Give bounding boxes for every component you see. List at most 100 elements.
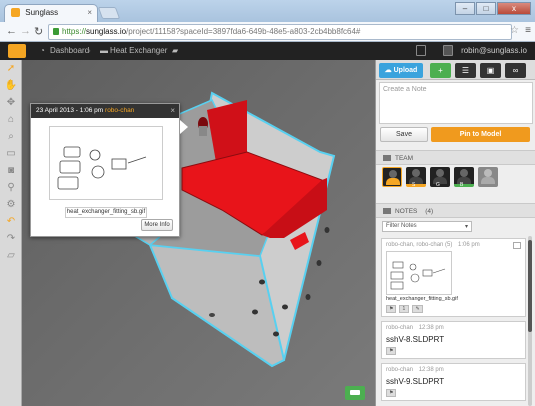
add-user-button[interactable]: + (430, 63, 451, 78)
note-title[interactable]: sshV-8.SLDPRT (386, 335, 521, 344)
breadcrumb-separator: › (88, 46, 91, 55)
note-popup: 23 April 2013 - 1:06 pm robo-chan × heat… (30, 103, 180, 237)
upload-label: Upload (393, 67, 418, 74)
create-note-input[interactable]: Create a Note (379, 82, 533, 124)
popup-pointer (180, 120, 188, 134)
list-item[interactable]: robo-chan 12:38 pm sshV-9.SLDPRT ⚑ (381, 363, 526, 401)
panel-toolbar: ☁ Upload + ☰ ▣ ∞ (376, 60, 535, 80)
minimize-button[interactable]: – (455, 2, 475, 15)
note-actions: ⚑ (386, 347, 521, 355)
url-scheme: https:// (62, 27, 87, 36)
close-window-button[interactable]: x (497, 2, 531, 15)
note-user[interactable]: robo-chan (386, 325, 413, 331)
image-icon[interactable]: ▣ (480, 63, 501, 78)
bookmark-star-icon[interactable]: ☆ (510, 25, 519, 36)
new-tab-button[interactable] (97, 7, 121, 19)
user-email[interactable]: robin@sunglass.io (461, 46, 527, 55)
team-member-avatar[interactable]: B (454, 167, 474, 188)
note-image-thumbnail[interactable] (386, 251, 452, 295)
comment-count[interactable]: 1 (399, 305, 410, 313)
link-icon[interactable]: ∞ (505, 63, 526, 78)
popup-filename[interactable]: heat_exchanger_fitting_sb.gif (65, 207, 147, 218)
left-toolbar: ➚ ✋ ✥ ⌂ ⌕ ▭ ◙ ⚲ ⚙ ↶ ↷ ▱ (0, 60, 22, 406)
maximize-button[interactable]: □ (476, 2, 496, 15)
move-icon[interactable]: ✥ (0, 94, 22, 111)
dashboard-link[interactable]: Dashboard (50, 46, 89, 55)
settings-gear-icon[interactable]: ⚙ (0, 196, 22, 213)
zoom-icon[interactable]: ⚲ (0, 179, 22, 196)
team-member-avatar[interactable]: S (406, 167, 426, 188)
hole (316, 260, 322, 266)
filter-notes-select[interactable]: Filter Notes ▾ (382, 221, 472, 232)
avatar[interactable] (443, 45, 453, 56)
redo-icon[interactable]: ↷ (0, 230, 22, 247)
hole (282, 304, 288, 310)
chrome-menu-icon[interactable]: ≡ (525, 25, 531, 36)
share-icon[interactable] (416, 45, 426, 56)
note-title[interactable]: sshV-9.SLDPRT (386, 377, 521, 386)
member-initial: S (412, 182, 416, 188)
back-arrow-icon[interactable]: ← (6, 25, 17, 37)
popup-close-icon[interactable]: × (170, 106, 175, 115)
chevron-down-icon: ▾ (464, 224, 468, 230)
list-item[interactable]: robo-chan 12:38 pm sshV-8.SLDPRT ⚑ (381, 321, 526, 359)
hand-pan-icon[interactable]: ✋ (0, 77, 22, 94)
pin-to-model-button[interactable]: Pin to Model (431, 127, 530, 142)
note-time: 12:38 pm (418, 367, 444, 373)
right-panel: ☁ Upload + ☰ ▣ ∞ Create a Note Save Pin … (375, 60, 535, 406)
space-folder-icon[interactable]: ▰ (172, 46, 178, 55)
list-item[interactable]: robo-chan, robo-chan (5) 1:06 pm heat_ex… (381, 238, 526, 317)
team-member-avatar[interactable] (478, 167, 498, 187)
note-filename[interactable]: heat_exchanger_fitting_sb.gif (386, 296, 521, 302)
note-user[interactable]: robo-chan (386, 367, 413, 373)
reload-icon[interactable]: ↻ (34, 25, 43, 38)
team-header: TEAM (376, 150, 535, 165)
notes-scrollbar[interactable] (528, 236, 532, 406)
flag-icon[interactable]: ⚑ (386, 347, 397, 355)
url-path: /project/11158?spaceId=3897fda6-649b-48e… (126, 27, 361, 36)
hole (252, 309, 258, 315)
select-arrow-icon[interactable]: ➚ (0, 60, 22, 77)
sunglass-logo[interactable] (8, 44, 26, 58)
hole (305, 294, 311, 300)
chat-icon[interactable] (345, 386, 365, 400)
hole (259, 279, 265, 285)
forward-arrow-icon[interactable]: → (20, 25, 31, 37)
search-icon[interactable]: ⌕ (0, 128, 22, 145)
pin-marker[interactable] (199, 126, 207, 136)
undo-icon[interactable]: ↶ (0, 213, 22, 230)
flag-icon[interactable]: ⚑ (386, 305, 397, 313)
note-user[interactable]: robo-chan, robo-chan (5) (386, 242, 452, 248)
hole (324, 227, 330, 233)
team-member-avatar[interactable]: G (430, 167, 450, 188)
browser-window: Sunglass × – □ x ← → ↻ https://sunglass.… (0, 0, 535, 406)
team-members: S G B (382, 167, 498, 188)
popup-user[interactable]: robo-chan (105, 107, 134, 114)
team-member-avatar[interactable] (382, 167, 402, 187)
breadcrumb-separator: › (160, 46, 163, 55)
notes-count: (4) (425, 208, 434, 215)
measure-ruler-icon[interactable]: ▱ (0, 247, 22, 264)
notes-list: robo-chan, robo-chan (5) 1:06 pm heat_ex… (381, 238, 526, 406)
notes-header-label: NOTES (395, 208, 418, 215)
team-icon (383, 155, 391, 162)
pin-icon[interactable]: ✎ (412, 305, 423, 313)
popup-image-thumbnail[interactable] (49, 126, 163, 200)
flag-icon[interactable]: ⚑ (386, 389, 397, 397)
camera-icon[interactable]: ◙ (0, 162, 22, 179)
save-button[interactable]: Save (380, 127, 428, 142)
more-info-button[interactable]: More Info (141, 219, 173, 231)
member-initial: G (436, 182, 440, 188)
folder-icon: ▬ (100, 46, 108, 55)
address-bar[interactable]: https://sunglass.io/project/11158?spaceI… (48, 24, 512, 40)
hole (273, 331, 279, 337)
home-icon[interactable]: ⌂ (0, 111, 22, 128)
project-link[interactable]: Heat Exchanger (110, 46, 167, 55)
browser-tab[interactable]: Sunglass × (4, 4, 98, 22)
upload-button[interactable]: ☁ Upload (379, 63, 423, 78)
comment-icon[interactable]: ▭ (0, 145, 22, 162)
list-view-icon[interactable]: ☰ (455, 63, 476, 78)
popup-date: 23 April 2013 - 1:06 pm (36, 107, 104, 114)
tab-close-icon[interactable]: × (87, 8, 92, 17)
filter-label: Filter Notes (386, 223, 417, 229)
